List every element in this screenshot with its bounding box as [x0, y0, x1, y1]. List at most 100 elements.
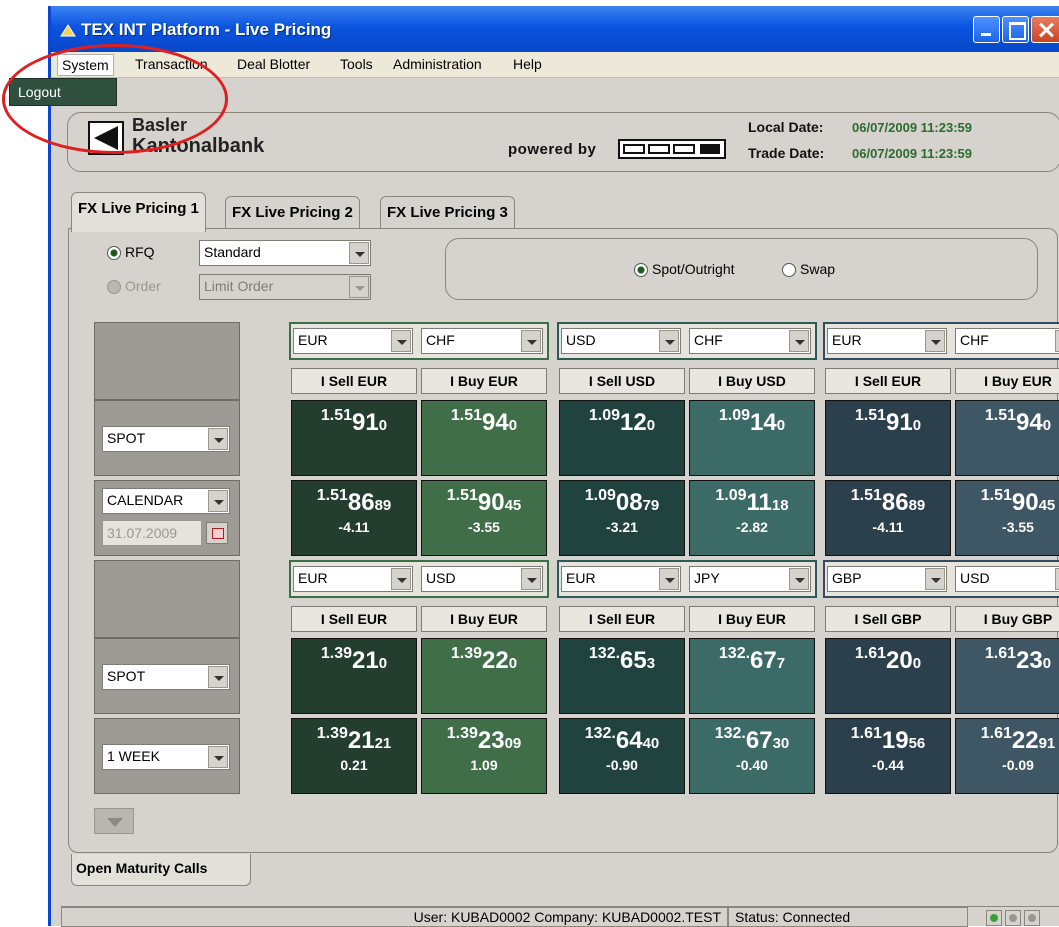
- chevron-down-icon[interactable]: [208, 490, 228, 512]
- buy-side-button[interactable]: I Buy USD: [689, 368, 815, 394]
- tenor-select[interactable]: SPOT: [102, 664, 230, 690]
- sell-price-tile[interactable]: 1.51910: [825, 400, 951, 476]
- sell-price-tile[interactable]: 1.518689 -4.11: [291, 480, 417, 556]
- buy-price-tile[interactable]: 1.61230: [955, 638, 1059, 714]
- buy-side-button[interactable]: I Buy EUR: [689, 606, 815, 632]
- base-currency-select[interactable]: EUR: [561, 566, 681, 592]
- base-currency-select[interactable]: GBP: [827, 566, 947, 592]
- chevron-down-icon[interactable]: [391, 330, 411, 352]
- chevron-down-icon[interactable]: [349, 242, 369, 264]
- swap-radio[interactable]: [782, 263, 796, 277]
- logout-menu-item[interactable]: Logout: [9, 78, 117, 106]
- sell-price-tile[interactable]: 1.611956 -0.44: [825, 718, 951, 794]
- base-currency-select[interactable]: EUR: [293, 328, 413, 354]
- buy-price-tile[interactable]: 1.39220: [421, 638, 547, 714]
- chevron-down-icon[interactable]: [208, 428, 228, 450]
- tab-fx-live-pricing-3[interactable]: FX Live Pricing 3: [380, 196, 515, 230]
- rfq-type-select[interactable]: Standard: [199, 240, 371, 266]
- tab-fx-live-pricing-2[interactable]: FX Live Pricing 2: [225, 196, 360, 230]
- forward-points: -3.55: [468, 519, 500, 535]
- sell-price-tile[interactable]: 1.518689 -4.11: [825, 480, 951, 556]
- tab-fx-live-pricing-1[interactable]: FX Live Pricing 1: [71, 192, 206, 232]
- chevron-down-icon[interactable]: [925, 330, 945, 352]
- base-currency-select[interactable]: EUR: [827, 328, 947, 354]
- spot-outright-radio[interactable]: [634, 263, 648, 277]
- buy-price-tile[interactable]: 1.51940: [955, 400, 1059, 476]
- buy-price-tile[interactable]: 132.6730 -0.40: [689, 718, 815, 794]
- chevron-down-icon[interactable]: [789, 330, 809, 352]
- buy-side-button[interactable]: I Buy GBP: [955, 606, 1059, 632]
- sell-side-button[interactable]: I Sell EUR: [291, 606, 417, 632]
- sell-price-tile[interactable]: 132.6440 -0.90: [559, 718, 685, 794]
- minimize-button[interactable]: [973, 16, 1000, 43]
- price-fraction: 0: [1042, 417, 1052, 434]
- sell-side-button[interactable]: I Sell USD: [559, 368, 685, 394]
- chevron-down-icon[interactable]: [521, 330, 541, 352]
- menu-deal-blotter[interactable]: Deal Blotter: [237, 56, 310, 72]
- sell-price-tile[interactable]: 1.61200: [825, 638, 951, 714]
- collapse-arrow-button[interactable]: [94, 808, 134, 834]
- buy-price-tile[interactable]: 1.519045 -3.55: [421, 480, 547, 556]
- menu-transaction[interactable]: Transaction: [135, 56, 208, 72]
- chevron-down-icon[interactable]: [1055, 330, 1059, 352]
- buy-price-tile[interactable]: 1.51940: [421, 400, 547, 476]
- chevron-down-icon[interactable]: [391, 568, 411, 590]
- value-date-field[interactable]: 31.07.2009: [102, 520, 202, 546]
- forward-points: -0.40: [736, 757, 768, 773]
- tenor-select[interactable]: CALENDAR: [102, 488, 230, 514]
- sell-price-tile[interactable]: 1.51910: [291, 400, 417, 476]
- chevron-down-icon[interactable]: [659, 330, 679, 352]
- sell-price-tile[interactable]: 1.39210: [291, 638, 417, 714]
- quote-currency-select[interactable]: USD: [421, 566, 543, 592]
- rfq-radio[interactable]: [107, 246, 121, 260]
- chevron-down-icon[interactable]: [349, 276, 369, 298]
- chevron-down-icon[interactable]: [1055, 568, 1059, 590]
- chevron-down-icon[interactable]: [925, 568, 945, 590]
- buy-price-tile[interactable]: 1.09140: [689, 400, 815, 476]
- sell-side-button[interactable]: I Sell GBP: [825, 606, 951, 632]
- base-currency-select[interactable]: EUR: [293, 566, 413, 592]
- title-bar[interactable]: TEX INT Platform - Live Pricing: [51, 6, 1059, 52]
- quote-currency-select[interactable]: CHF: [689, 328, 811, 354]
- buy-price-tile[interactable]: 1.612291 -0.09: [955, 718, 1059, 794]
- price-pips: 20: [886, 647, 913, 674]
- quote-currency-select[interactable]: JPY: [689, 566, 811, 592]
- price-fraction: 45: [1038, 497, 1056, 514]
- sell-price-tile[interactable]: 1.09120: [559, 400, 685, 476]
- tenor-select[interactable]: 1 WEEK: [102, 744, 230, 770]
- sell-side-button[interactable]: I Sell EUR: [559, 606, 685, 632]
- menu-help[interactable]: Help: [513, 56, 542, 72]
- buy-price-tile[interactable]: 1.392309 1.09: [421, 718, 547, 794]
- menu-system[interactable]: System: [57, 54, 114, 76]
- chevron-down-icon[interactable]: [208, 746, 228, 768]
- price-pips: 21: [347, 727, 375, 754]
- sell-side-button[interactable]: I Sell EUR: [825, 368, 951, 394]
- buy-price-tile[interactable]: 1.519045 -3.55: [955, 480, 1059, 556]
- sell-price-tile[interactable]: 132.653: [559, 638, 685, 714]
- chevron-down-icon[interactable]: [521, 568, 541, 590]
- sell-price-tile[interactable]: 1.090879 -3.21: [559, 480, 685, 556]
- buy-price-tile[interactable]: 132.677: [689, 638, 815, 714]
- quote-currency-select[interactable]: USD: [955, 566, 1059, 592]
- menu-tools[interactable]: Tools: [340, 56, 373, 72]
- buy-side-button[interactable]: I Buy EUR: [421, 606, 547, 632]
- chevron-down-icon[interactable]: [789, 568, 809, 590]
- buy-price-tile[interactable]: 1.091118 -2.82: [689, 480, 815, 556]
- chevron-down-icon[interactable]: [208, 666, 228, 688]
- order-type-select[interactable]: Limit Order: [199, 274, 371, 300]
- chevron-down-icon[interactable]: [659, 568, 679, 590]
- tenor-select[interactable]: SPOT: [102, 426, 230, 452]
- menu-administration[interactable]: Administration: [393, 56, 482, 72]
- sell-side-button[interactable]: I Sell EUR: [291, 368, 417, 394]
- close-button[interactable]: [1031, 16, 1059, 43]
- maximize-button[interactable]: [1002, 16, 1029, 43]
- quote-currency-select[interactable]: CHF: [955, 328, 1059, 354]
- base-currency-select[interactable]: USD: [561, 328, 681, 354]
- order-radio[interactable]: [107, 280, 121, 294]
- quote-currency-select[interactable]: CHF: [421, 328, 543, 354]
- tab-open-maturity-calls[interactable]: Open Maturity Calls: [71, 854, 251, 886]
- calendar-icon[interactable]: [206, 522, 228, 544]
- buy-side-button[interactable]: I Buy EUR: [421, 368, 547, 394]
- sell-price-tile[interactable]: 1.392121 0.21: [291, 718, 417, 794]
- buy-side-button[interactable]: I Buy EUR: [955, 368, 1059, 394]
